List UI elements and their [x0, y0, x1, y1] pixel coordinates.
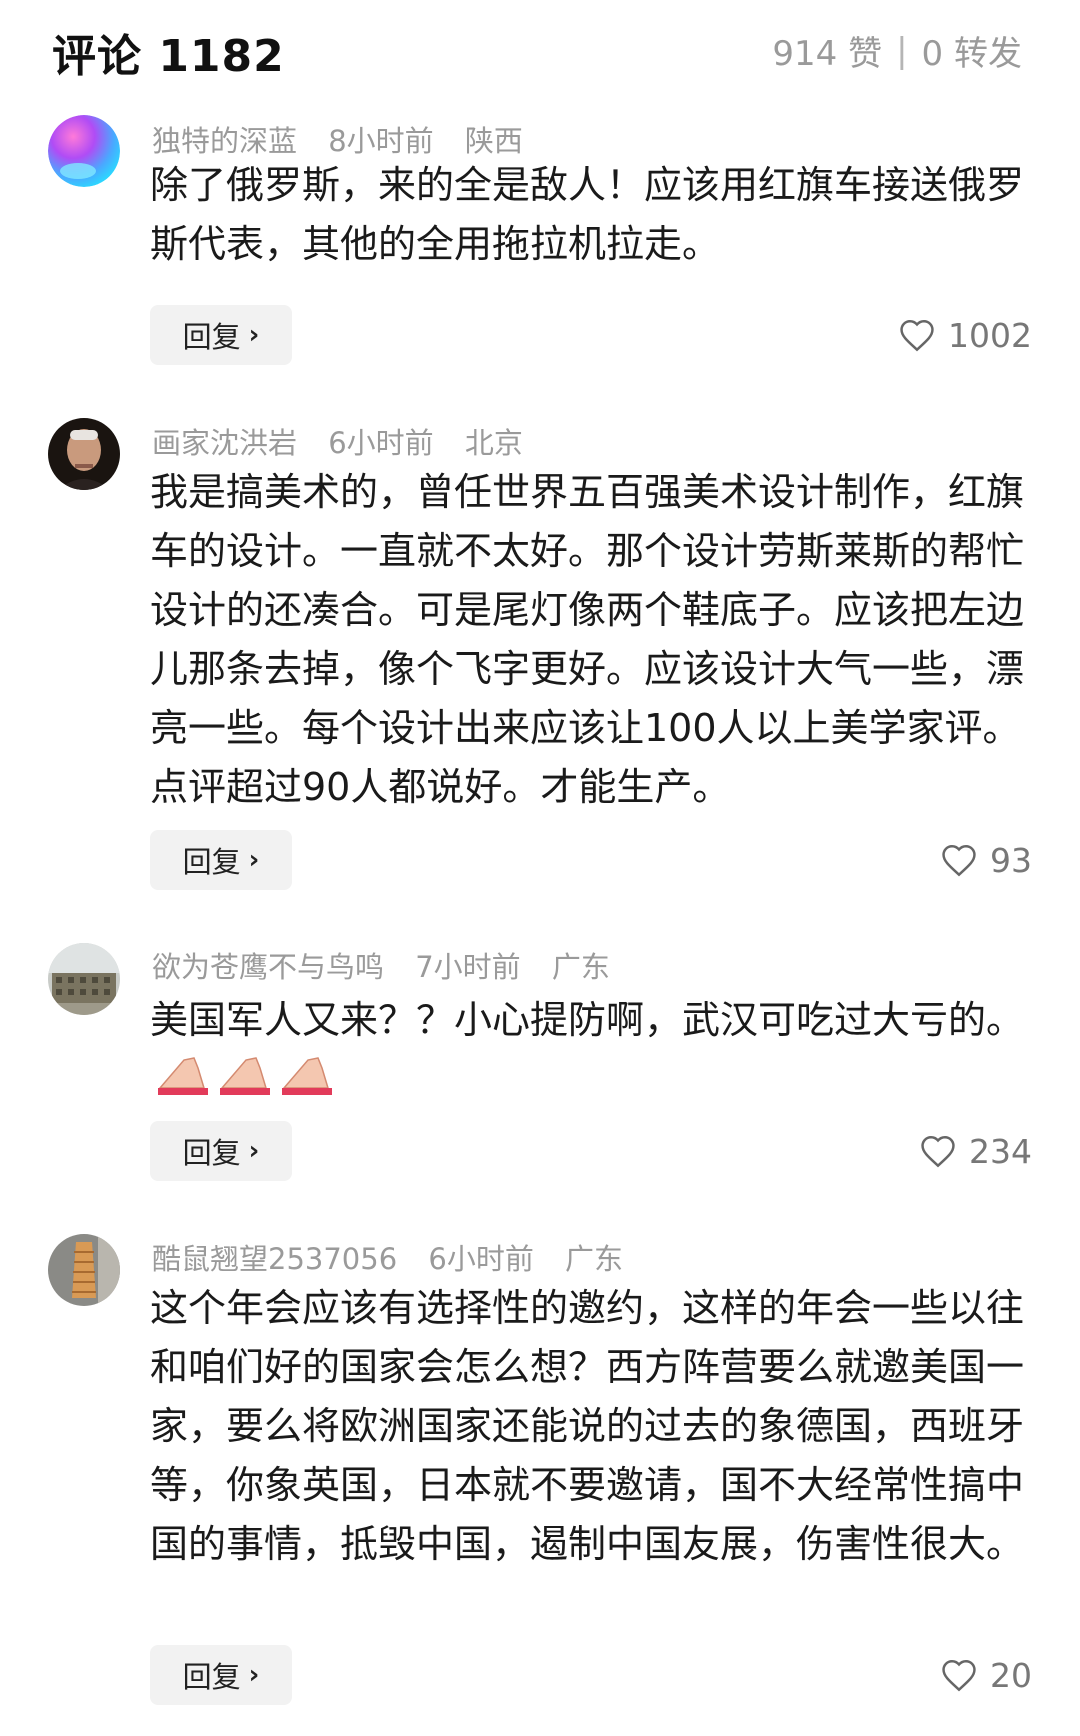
building-avatar-icon — [48, 943, 120, 1015]
timestamp: 7小时前 — [415, 950, 521, 984]
avatar[interactable] — [48, 115, 120, 187]
like-count: 1002 — [948, 315, 1032, 355]
comments-header: 评论 1182 914 赞 | 0 转发 — [0, 0, 1080, 100]
location: 广东 — [565, 1242, 624, 1276]
header-stats: 914 赞 | 0 转发 — [772, 26, 1022, 75]
comment-text: 这个年会应该有选择性的邀约，这样的年会一些以往和咱们好的国家会怎么想？西方阵营要… — [150, 1286, 1025, 1566]
reply-button[interactable]: 回复 › — [150, 1645, 292, 1705]
username[interactable]: 酷鼠翘望2537056 — [152, 1242, 397, 1276]
comment-meta: 酷鼠翘望2537056 6小时前 广东 — [152, 1236, 645, 1278]
reply-label: 回复 — [182, 845, 241, 879]
like-count: 20 — [990, 1655, 1032, 1695]
like-button[interactable]: 20 — [940, 1645, 1032, 1705]
chevron-right-icon: › — [248, 1136, 260, 1166]
avatar[interactable] — [48, 418, 120, 490]
username[interactable]: 画家沈洪岩 — [152, 426, 297, 460]
avatar[interactable] — [48, 943, 120, 1015]
like-button[interactable]: 1002 — [898, 305, 1032, 365]
like-button[interactable]: 234 — [919, 1121, 1032, 1181]
folded-hands-icon — [154, 1050, 344, 1113]
chevron-right-icon: › — [248, 845, 260, 875]
timestamp: 6小时前 — [428, 1242, 534, 1276]
reply-label: 回复 — [182, 1136, 241, 1170]
heart-icon — [942, 1660, 976, 1692]
reply-button[interactable]: 回复 › — [150, 830, 292, 890]
heart-icon — [942, 845, 976, 877]
heart-icon — [900, 320, 934, 352]
comment-meta: 欲为苍鹰不与鸟鸣 7小时前 广东 — [152, 944, 632, 986]
like-count: 234 — [969, 1131, 1032, 1171]
timestamp: 8小时前 — [328, 124, 434, 158]
comment-text: 我是搞美术的，曾任世界五百强美术设计制作，红旗车的设计。一直就不太好。那个设计劳… — [150, 470, 1025, 809]
location: 陕西 — [464, 124, 523, 158]
reply-label: 回复 — [182, 320, 241, 354]
gradient-orb-avatar-icon — [48, 115, 120, 187]
avatar[interactable] — [48, 1234, 120, 1306]
comment-text: 美国军人又来？？小心提防啊，武汉可吃过大亏的。 — [150, 991, 1035, 1113]
username[interactable]: 独特的深蓝 — [152, 124, 297, 158]
stats-separator: | — [896, 30, 908, 71]
reposts-count[interactable]: 0 转发 — [922, 26, 1022, 75]
comment-text: 除了俄罗斯，来的全是敌人！应该用红旗车接送俄罗斯代表，其他的全用拖拉机拉走。 — [150, 163, 1025, 266]
tower-avatar-icon — [48, 1234, 120, 1306]
reply-button[interactable]: 回复 › — [150, 1121, 292, 1181]
portrait-avatar-icon — [48, 418, 120, 490]
comment-meta: 独特的深蓝 8小时前 陕西 — [152, 118, 545, 160]
like-count: 93 — [990, 840, 1032, 880]
reply-button[interactable]: 回复 › — [150, 305, 292, 365]
username[interactable]: 欲为苍鹰不与鸟鸣 — [152, 950, 384, 984]
timestamp: 6小时前 — [328, 426, 434, 460]
comments-title: 评论 1182 — [52, 31, 285, 82]
like-button[interactable]: 93 — [940, 830, 1032, 890]
location: 广东 — [551, 950, 610, 984]
reply-label: 回复 — [182, 1660, 241, 1694]
location: 北京 — [464, 426, 523, 460]
chevron-right-icon: › — [248, 1660, 260, 1690]
comment-meta: 画家沈洪岩 6小时前 北京 — [152, 420, 545, 462]
likes-count[interactable]: 914 赞 — [772, 26, 882, 75]
chevron-right-icon: › — [248, 320, 260, 350]
heart-icon — [921, 1136, 955, 1168]
comment-text-content: 美国军人又来？？小心提防啊，武汉可吃过大亏的。 — [150, 998, 1025, 1042]
